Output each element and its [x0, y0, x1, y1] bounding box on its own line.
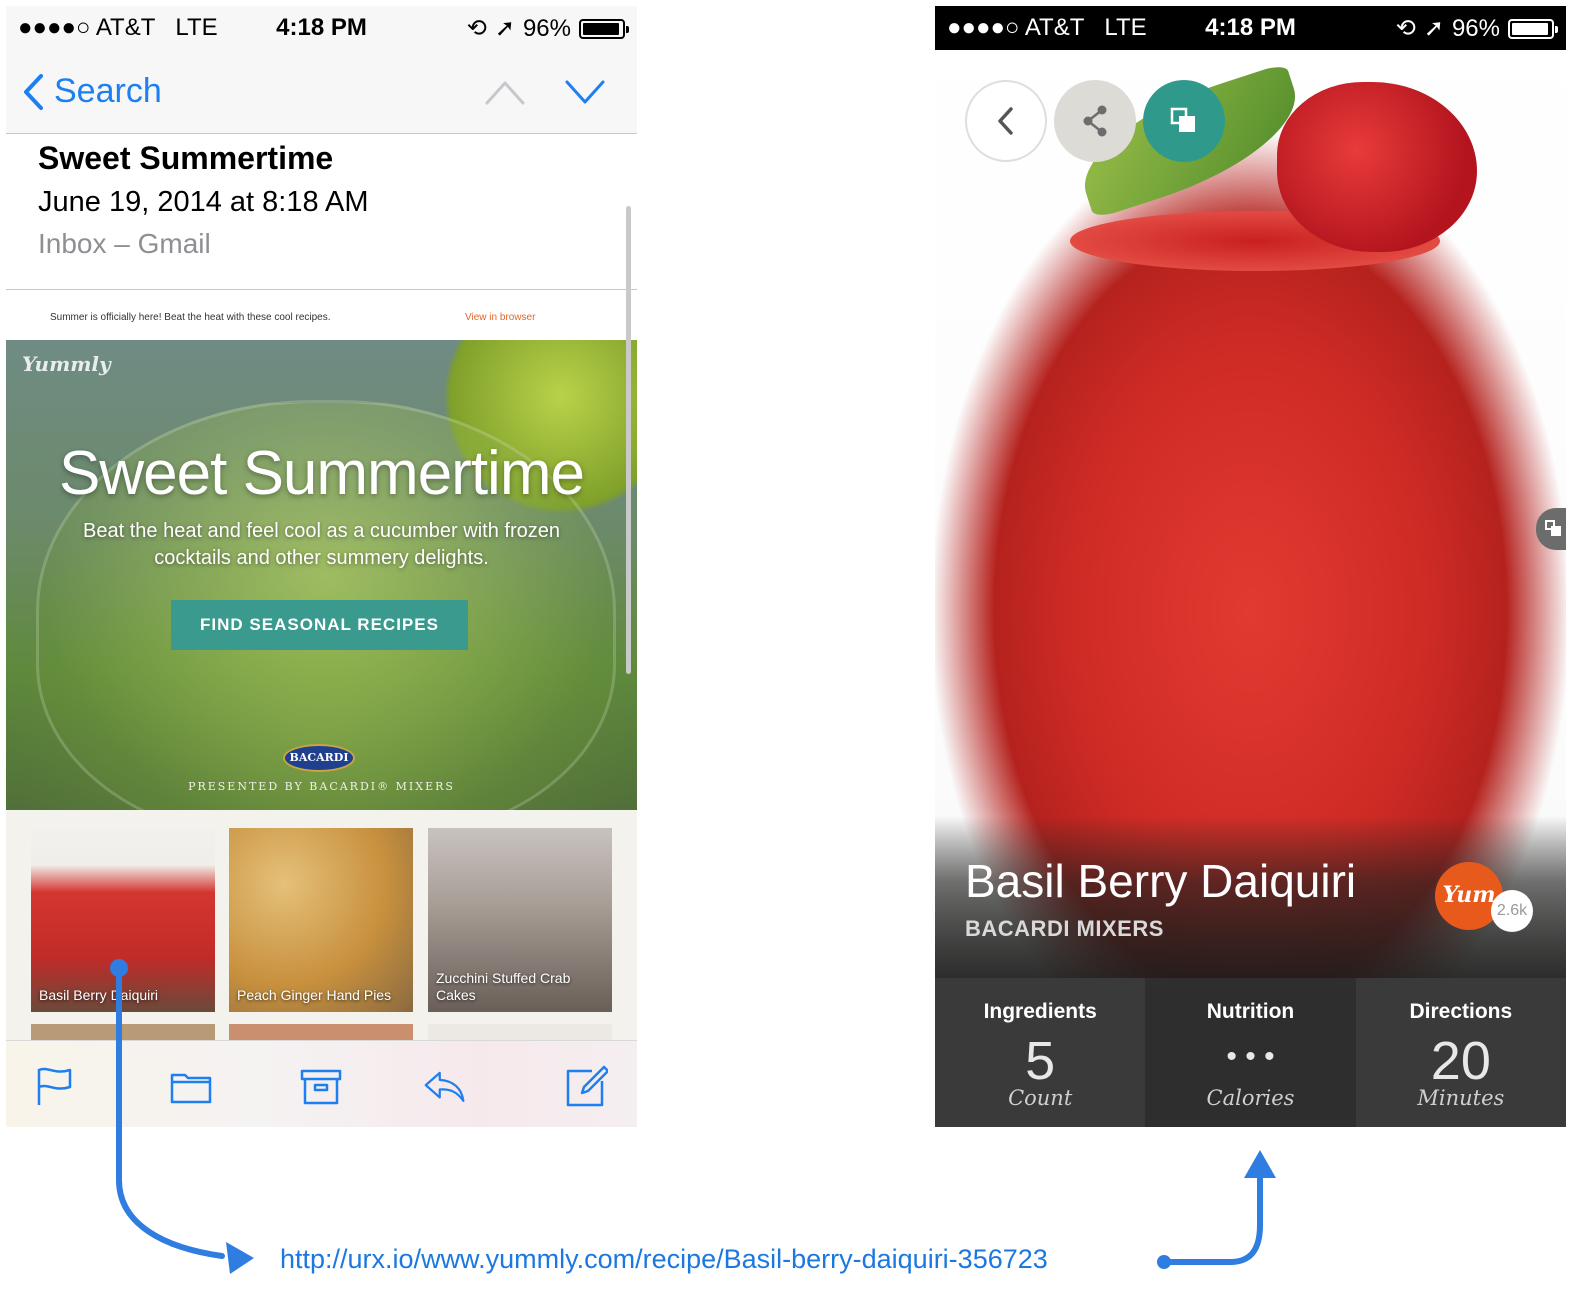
recipe-card-label: Basil Berry Daiquiri — [39, 987, 159, 1003]
rotation-lock-icon: ⟲ — [466, 15, 487, 42]
rotation-lock-icon: ⟲ — [1395, 15, 1416, 42]
recipe-card-partial[interactable] — [428, 1024, 612, 1040]
hero-subtitle: Beat the heat and feel cool as a cucumbe… — [83, 520, 560, 569]
share-button[interactable] — [1054, 80, 1136, 162]
battery-icon — [579, 18, 629, 39]
folder-icon[interactable] — [170, 1065, 212, 1107]
status-bar: ●●●●○ AT&T LTE 4:18 PM ⟲ ➚ 96% — [6, 6, 637, 50]
email-body: Summer is officially here! Beat the heat… — [6, 290, 637, 1040]
collection-icon — [1545, 520, 1561, 536]
mail-app-screen: ●●●●○ AT&T LTE 4:18 PM ⟲ ➚ 96% Search Sw… — [6, 6, 637, 1127]
directions-tab[interactable]: Directions 20 Minutes — [1356, 978, 1566, 1127]
message-date: June 19, 2014 at 8:18 AM — [38, 186, 369, 218]
yummly-logo: Yummly — [22, 352, 111, 376]
stat-unit: Calories — [1206, 1086, 1295, 1110]
nutrition-tab[interactable]: Nutrition • • • Calories — [1145, 978, 1356, 1127]
ingredients-tab[interactable]: Ingredients 5 Count — [935, 978, 1145, 1127]
message-mailbox: Inbox – Gmail — [38, 228, 211, 259]
recipe-source[interactable]: BACARDI MIXERS — [965, 916, 1164, 942]
recipe-card-zucchini-crab-cakes[interactable]: Zucchini Stuffed Crab Cakes — [428, 828, 612, 1012]
strawberry-garnish-image — [1277, 82, 1477, 252]
side-drawer-tab[interactable] — [1536, 508, 1566, 550]
recipe-title: Basil Berry Daiquiri — [965, 855, 1357, 907]
back-label: Search — [54, 72, 162, 110]
battery-icon — [1508, 18, 1558, 39]
location-icon: ➚ — [494, 15, 515, 42]
recipe-card-label: Zucchini Stuffed Crab Cakes — [436, 970, 571, 1003]
archive-icon[interactable] — [300, 1065, 342, 1107]
url-end-dot — [1157, 1255, 1171, 1269]
stat-value: 20 — [1430, 1031, 1491, 1091]
status-bar: ●●●●○ AT&T LTE 4:18 PM ⟲ ➚ 96% — [935, 6, 1566, 50]
previous-message-button[interactable] — [484, 78, 526, 106]
recipe-card-peach-ginger-hand-pies[interactable]: Peach Ginger Hand Pies — [229, 828, 413, 1012]
stat-value: 5 — [1025, 1031, 1056, 1091]
view-in-browser-link[interactable]: View in browser — [465, 312, 535, 323]
recipe-card-partial[interactable] — [31, 1024, 215, 1040]
add-to-collection-button[interactable] — [1143, 80, 1225, 162]
back-button[interactable] — [965, 80, 1047, 162]
hero-title: Sweet Summertime — [59, 439, 585, 508]
compose-icon[interactable] — [566, 1065, 608, 1107]
recipe-card-basil-berry-daiquiri[interactable]: Basil Berry Daiquiri — [31, 828, 215, 1012]
bacardi-logo: BACARDI — [283, 744, 355, 772]
yummly-recipe-screen: ●●●●○ AT&T LTE 4:18 PM ⟲ ➚ 96% Basil Ber… — [935, 6, 1566, 1127]
share-icon — [1083, 105, 1107, 137]
recipe-card-label: Peach Ginger Hand Pies — [237, 987, 392, 1003]
stat-title: Ingredients — [983, 1000, 1097, 1023]
next-message-button[interactable] — [564, 78, 606, 106]
arrowhead-right-icon — [226, 1242, 254, 1274]
collection-icon — [1170, 107, 1195, 132]
mail-navigation-bar: Search — [6, 50, 637, 134]
scroll-indicator — [626, 206, 631, 674]
back-to-search-button[interactable]: Search — [22, 72, 162, 111]
stat-title: Nutrition — [1206, 1000, 1295, 1023]
chevron-left-icon — [998, 107, 1013, 135]
recipe-stats-bar: Ingredients 5 Count Nutrition • • • Calo… — [935, 978, 1566, 1127]
message-subject: Sweet Summertime — [38, 140, 334, 176]
flag-icon[interactable] — [34, 1065, 76, 1107]
location-icon: ➚ — [1423, 15, 1444, 42]
recipe-card-partial[interactable] — [229, 1024, 413, 1040]
deep-link-url[interactable]: http://urx.io/www.yummly.com/recipe/Basi… — [280, 1244, 1048, 1275]
find-seasonal-recipes-button[interactable]: FIND SEASONAL RECIPES — [171, 600, 468, 650]
battery-percent: 96% — [522, 14, 571, 42]
arrow-to-app — [1161, 1175, 1263, 1265]
battery-percent: 96% — [1451, 14, 1500, 42]
stat-unit: Minutes — [1417, 1086, 1505, 1110]
email-preheader: Summer is officially here! Beat the heat… — [50, 312, 331, 323]
stat-title: Directions — [1409, 1000, 1513, 1023]
sponsor-credit: PRESENTED BY BACARDI® MIXERS — [188, 780, 455, 793]
stat-unit: Count — [1008, 1086, 1073, 1110]
recipe-grid: Basil Berry Daiquiri Peach Ginger Hand P… — [6, 810, 637, 1040]
chevron-left-icon — [24, 73, 43, 110]
stat-value: • • • — [1226, 1040, 1275, 1073]
message-header: Sweet Summertime June 19, 2014 at 8:18 A… — [6, 134, 637, 290]
email-hero-banner[interactable]: Yummly Sweet Summertime Beat the heat an… — [6, 340, 637, 810]
yum-count-badge: 2.6k — [1491, 890, 1533, 932]
reply-icon[interactable] — [424, 1065, 466, 1107]
arrowhead-up-icon — [1244, 1150, 1276, 1178]
mail-toolbar — [6, 1040, 637, 1127]
